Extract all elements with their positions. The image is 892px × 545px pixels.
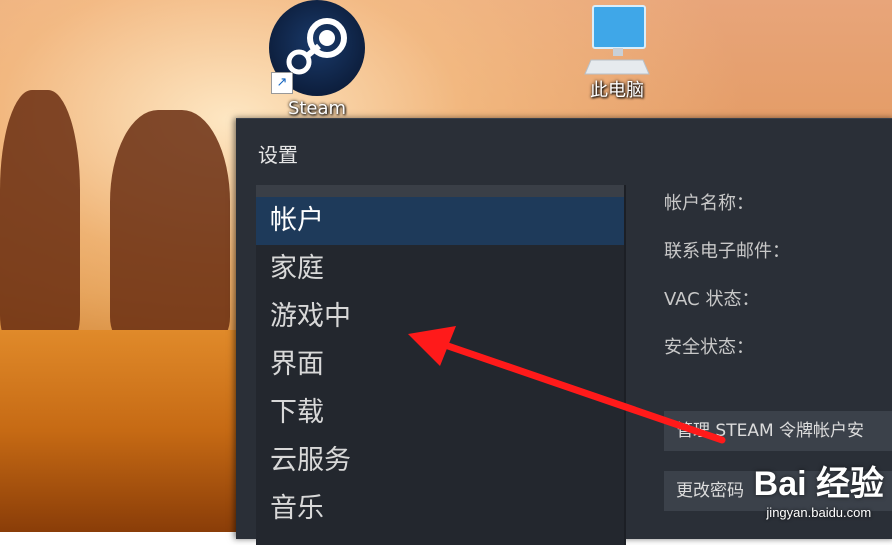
steam-icon: ↗ xyxy=(269,0,365,96)
nav-item-downloads[interactable]: 下载 xyxy=(256,389,624,437)
nav-item-in-game[interactable]: 游戏中 xyxy=(256,293,624,341)
desktop-icon-steam[interactable]: ↗ Steam xyxy=(262,0,372,119)
account-name-label: 帐户名称： xyxy=(664,193,754,214)
nav-item-account[interactable]: 帐户 xyxy=(256,197,624,245)
nav-item-interface[interactable]: 界面 xyxy=(256,341,624,389)
grass-field xyxy=(0,330,240,532)
settings-nav: 帐户 家庭 游戏中 界面 下载 云服务 音乐 xyxy=(256,185,624,545)
nav-item-cloud[interactable]: 云服务 xyxy=(256,437,624,485)
contact-email-label: 联系电子邮件： xyxy=(664,241,790,262)
watermark-url: jingyan.baidu.com xyxy=(766,505,872,520)
desktop-icon-this-pc[interactable]: 此电脑 xyxy=(562,0,672,102)
panel-divider xyxy=(624,185,626,545)
nav-scrollbar[interactable] xyxy=(256,185,624,197)
shortcut-arrow-icon: ↗ xyxy=(271,72,293,94)
vac-status-label: VAC 状态： xyxy=(664,289,760,310)
security-status-label: 安全状态： xyxy=(664,337,754,358)
tree-silhouette xyxy=(110,110,230,340)
desktop-icon-label: Steam xyxy=(287,98,347,119)
baidu-watermark: Bai 经验 jingyan.baidu.com xyxy=(754,456,884,520)
baidu-logo: Bai 经验 xyxy=(753,465,884,503)
manage-steam-guard-button[interactable]: 管理 STEAM 令牌帐户安 xyxy=(664,411,892,451)
nav-item-family[interactable]: 家庭 xyxy=(256,245,624,293)
computer-icon xyxy=(577,4,657,75)
tree-silhouette xyxy=(0,90,80,340)
window-title: 设置 xyxy=(258,143,298,167)
nav-item-music[interactable]: 音乐 xyxy=(256,485,624,533)
